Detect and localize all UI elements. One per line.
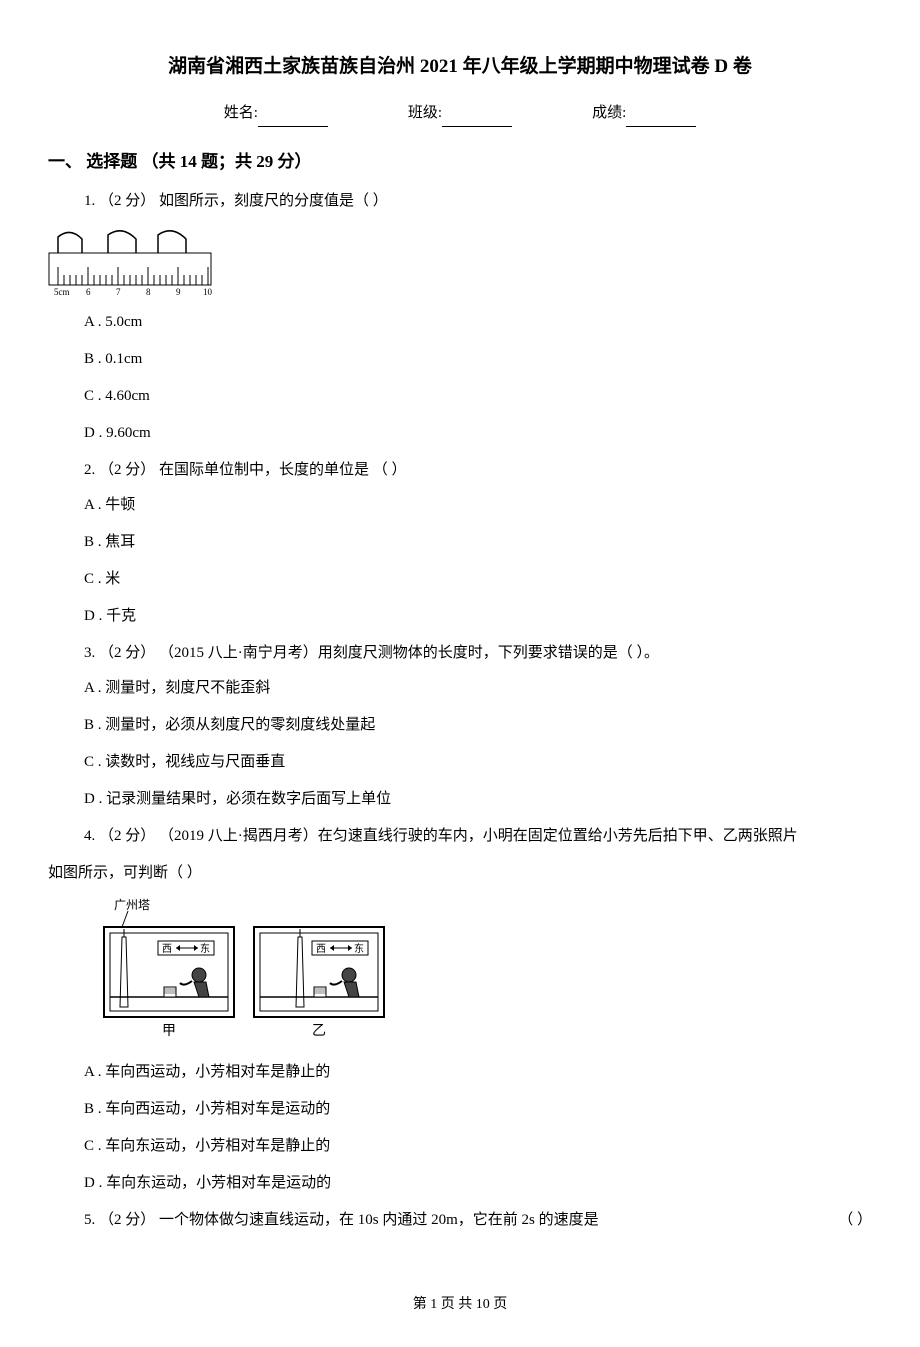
- name-label: 姓名:: [224, 105, 258, 121]
- q4-options: A . 车向西运动，小芳相对车是静止的 B . 车向西运动，小芳相对车是运动的 …: [84, 1059, 872, 1197]
- q5-paren: （ ）: [838, 1207, 872, 1234]
- score-field: 成绩:: [592, 100, 696, 127]
- class-blank: [442, 126, 512, 127]
- class-label: 班级:: [408, 105, 442, 121]
- student-info-row: 姓名: 班级: 成绩:: [48, 100, 872, 127]
- q3-option-c: C . 读数时，视线应与尺面垂直: [84, 749, 872, 776]
- q2-option-a: A . 牛顿: [84, 492, 872, 519]
- ruler-tick-8: 8: [146, 287, 151, 297]
- q4-option-a: A . 车向西运动，小芳相对车是静止的: [84, 1059, 872, 1086]
- q4-stem-part2: 如图所示，可判断（ ）: [48, 860, 872, 887]
- class-field: 班级:: [408, 100, 512, 127]
- ruler-tick-5cm: 5cm: [54, 287, 70, 297]
- q4-stem-part1: 4. （2 分） （2019 八上·揭西月考）在匀速直线行驶的车内，小明在固定位…: [84, 823, 872, 850]
- q1-option-b: B . 0.1cm: [84, 346, 872, 373]
- q1-option-d: D . 9.60cm: [84, 420, 872, 447]
- exam-title: 湖南省湘西土家族苗族自治州 2021 年八年级上学期期中物理试卷 D 卷: [48, 50, 872, 84]
- name-field: 姓名:: [224, 100, 328, 127]
- q3-stem: 3. （2 分） （2015 八上·南宁月考）用刻度尺测物体的长度时，下列要求错…: [84, 640, 872, 667]
- q4-option-d: D . 车向东运动，小芳相对车是运动的: [84, 1170, 872, 1197]
- q2-option-d: D . 千克: [84, 603, 872, 630]
- q2-option-b: B . 焦耳: [84, 529, 872, 556]
- q2-stem: 2. （2 分） 在国际单位制中，长度的单位是 （ ）: [84, 457, 872, 484]
- question-4: 4. （2 分） （2019 八上·揭西月考）在匀速直线行驶的车内，小明在固定位…: [84, 823, 872, 850]
- q1-stem: 1. （2 分） 如图所示，刻度尺的分度值是（ ）: [84, 188, 872, 215]
- q1-options: A . 5.0cm B . 0.1cm C . 4.60cm D . 9.60c…: [84, 309, 872, 447]
- ruler-tick-7: 7: [116, 287, 121, 297]
- q4-option-b: B . 车向西运动，小芳相对车是运动的: [84, 1096, 872, 1123]
- score-label: 成绩:: [592, 105, 626, 121]
- ruler-tick-9: 9: [176, 287, 181, 297]
- q1-option-a: A . 5.0cm: [84, 309, 872, 336]
- page-footer: 第 1 页 共 10 页: [48, 1292, 872, 1317]
- question-3: 3. （2 分） （2015 八上·南宁月考）用刻度尺测物体的长度时，下列要求错…: [84, 640, 872, 813]
- east-label-a: 东: [200, 942, 210, 955]
- q3-option-b: B . 测量时，必须从刻度尺的零刻度线处量起: [84, 712, 872, 739]
- caption-a: 甲: [162, 1024, 176, 1039]
- ruler-tick-10: 10: [203, 287, 213, 297]
- q4-option-c: C . 车向东运动，小芳相对车是静止的: [84, 1133, 872, 1160]
- name-blank: [258, 126, 328, 127]
- tower-label: 广州塔: [114, 898, 150, 912]
- q4-figure-photos: 广州塔 西 东 甲 西 东: [84, 897, 872, 1047]
- q1-option-c: C . 4.60cm: [84, 383, 872, 410]
- q3-option-d: D . 记录测量结果时，必须在数字后面写上单位: [84, 786, 872, 813]
- question-1: 1. （2 分） 如图所示，刻度尺的分度值是（ ）: [84, 188, 872, 215]
- caption-b: 乙: [312, 1023, 326, 1039]
- section-heading: 一、 选择题 （共 14 题；共 29 分）: [48, 147, 872, 178]
- ruler-tick-6: 6: [86, 287, 91, 297]
- q1-figure-ruler: 5cm 6 7 8 9 10: [48, 225, 872, 297]
- question-2: 2. （2 分） 在国际单位制中，长度的单位是 （ ） A . 牛顿 B . 焦…: [84, 457, 872, 630]
- q3-option-a: A . 测量时，刻度尺不能歪斜: [84, 675, 872, 702]
- q5-stem: 5. （2 分） 一个物体做匀速直线运动，在 10s 内通过 20m，它在前 2…: [84, 1207, 599, 1234]
- question-5: 5. （2 分） 一个物体做匀速直线运动，在 10s 内通过 20m，它在前 2…: [84, 1207, 872, 1242]
- east-label-b: 东: [354, 942, 364, 955]
- west-label-a: 西: [162, 944, 172, 955]
- score-blank: [626, 126, 696, 127]
- q2-option-c: C . 米: [84, 566, 872, 593]
- west-label-b: 西: [316, 944, 326, 955]
